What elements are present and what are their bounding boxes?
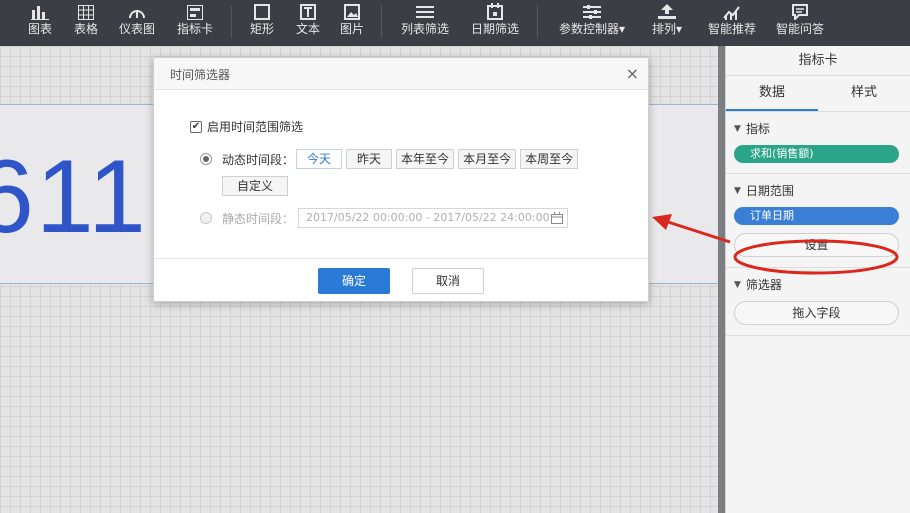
toolbar-label: 表格 (73, 22, 98, 36)
date-filter-icon (487, 3, 503, 20)
toolbar-rectangle-button[interactable]: 矩形 (248, 0, 276, 46)
image-icon (344, 4, 360, 20)
panel-title: 指标卡 (726, 46, 910, 76)
cancel-button[interactable]: 取消 (412, 268, 484, 294)
metric-section-title: 指标 (745, 122, 770, 136)
option-month-to-date[interactable]: 本月至今 (458, 149, 517, 169)
toolbar-text-button[interactable]: 文本 (294, 0, 322, 46)
rectangle-icon (254, 4, 270, 20)
caret-down-icon: ▼ (734, 185, 741, 196)
toolbar-arrange-button[interactable]: 排列▾ (648, 0, 686, 46)
toolbar-smart-recommend-button[interactable]: 智能推荐 (706, 0, 758, 46)
toolbar-label: 矩形 (249, 22, 274, 36)
toolbar-param-controller-button[interactable]: 参数控制器▾ (556, 0, 628, 46)
close-icon[interactable]: × (626, 64, 639, 83)
bar-chart-icon (31, 6, 49, 20)
option-yesterday[interactable]: 昨天 (346, 149, 393, 169)
param-controller-icon (583, 5, 601, 19)
arrange-icon (658, 4, 676, 19)
date-range-section: ▼ 日期范围 订单日期 设置 (726, 174, 910, 268)
list-filter-icon (416, 6, 434, 18)
filter-section: ▼ 筛选器 拖入字段 (726, 268, 910, 336)
toolbar-separator (231, 6, 232, 38)
enable-time-range-checkbox[interactable]: ✔ (190, 120, 202, 133)
dialog-footer: 确定 取消 (154, 258, 648, 303)
static-date-range-value: 2017/05/22 00:00:00 - 2017/05/22 24:00:0… (306, 211, 550, 224)
date-range-section-header[interactable]: ▼ 日期范围 (734, 182, 902, 199)
custom-row: 自定义 (222, 176, 292, 196)
toolbar-label: 仪表图 (118, 22, 155, 36)
static-range-radio[interactable] (200, 212, 212, 224)
toolbar-indicator-card-button[interactable]: 指标卡 (176, 0, 214, 46)
option-week-to-date[interactable]: 本周至今 (520, 149, 579, 169)
time-filter-dialog: 时间筛选器 × ✔ 启用时间范围筛选 动态时间段： 今天 昨天 本年至今 本月至… (153, 57, 649, 302)
panel-tabs: 数据 样式 (726, 76, 910, 112)
toolbar-label: 图表 (27, 22, 52, 36)
card-value: 611 (0, 139, 148, 255)
toolbar-separator (537, 6, 538, 38)
properties-panel: 指标卡 数据 样式 ▼ 指标 求和(销售额) ▼ 日期范围 订单日期 设置 ▼ 筛选器… (725, 46, 910, 513)
toolbar-list-filter-button[interactable]: 列表筛选 (399, 0, 451, 46)
caret-down-icon: ▼ (734, 123, 741, 134)
toolbar-label: 智能推荐 (707, 22, 756, 36)
toolbar-image-button[interactable]: 图片 (338, 0, 366, 46)
date-range-section-title: 日期范围 (745, 184, 794, 198)
smart-recommend-icon (723, 6, 740, 20)
enable-time-range-row[interactable]: ✔ 启用时间范围筛选 (190, 118, 303, 135)
caret-down-icon: ▼ (734, 279, 741, 290)
toolbar-label: 参数控制器▾ (558, 22, 626, 36)
metric-section-header[interactable]: ▼ 指标 (734, 120, 902, 137)
metric-field-pill[interactable]: 求和(销售额) (734, 145, 899, 163)
option-today[interactable]: 今天 (296, 149, 343, 169)
toolbar-label: 排列▾ (651, 22, 683, 36)
date-range-settings-button[interactable]: 设置 (734, 233, 899, 257)
toolbar-label: 文本 (295, 22, 320, 36)
toolbar-label: 日期筛选 (470, 22, 519, 36)
toolbar-table-button[interactable]: 表格 (72, 0, 100, 46)
text-icon (300, 4, 316, 20)
dynamic-range-label: 动态时间段： (222, 152, 295, 167)
tab-style[interactable]: 样式 (818, 76, 910, 111)
static-range-label: 静态时间段： (222, 211, 295, 226)
indicator-card-icon (187, 5, 203, 20)
dialog-title: 时间筛选器 (170, 68, 231, 82)
option-year-to-date[interactable]: 本年至今 (396, 149, 455, 169)
confirm-button[interactable]: 确定 (318, 268, 390, 294)
dialog-header: 时间筛选器 × (154, 58, 648, 90)
toolbar-smart-qa-button[interactable]: 智能问答 (774, 0, 826, 46)
gauge-icon (129, 10, 145, 19)
toolbar-gauge-button[interactable]: 仪表图 (118, 0, 156, 46)
toolbar-date-filter-button[interactable]: 日期筛选 (469, 0, 521, 46)
calendar-icon[interactable] (551, 212, 564, 224)
tab-data[interactable]: 数据 (726, 76, 818, 111)
toolbar-chart-button[interactable]: 图表 (26, 0, 54, 46)
dynamic-range-row: 动态时间段： 今天 昨天 本年至今 本月至今 本周至今 (200, 149, 582, 169)
table-icon (78, 5, 94, 20)
toolbar-label: 列表筛选 (400, 22, 449, 36)
static-date-range-input[interactable]: 2017/05/22 00:00:00 - 2017/05/22 24:00:0… (298, 208, 569, 228)
static-range-row: 静态时间段： 2017/05/22 00:00:00 - 2017/05/22 … (200, 208, 569, 228)
metric-section: ▼ 指标 求和(销售额) (726, 112, 910, 174)
toolbar-label: 图片 (339, 22, 364, 36)
filter-section-title: 筛选器 (745, 278, 782, 292)
toolbar-label: 智能问答 (775, 22, 824, 36)
enable-time-range-label: 启用时间范围筛选 (207, 120, 304, 134)
main-toolbar: 图表 表格 仪表图 指标卡 矩形 文本 图片 列表筛选 日期筛选 参数控制器▾ … (0, 0, 910, 46)
filter-section-header[interactable]: ▼ 筛选器 (734, 276, 902, 293)
smart-qa-icon (792, 4, 808, 20)
panel-divider[interactable] (718, 46, 725, 513)
toolbar-label: 指标卡 (176, 22, 213, 36)
toolbar-separator (381, 6, 382, 38)
drag-field-dropzone[interactable]: 拖入字段 (734, 301, 899, 325)
option-custom[interactable]: 自定义 (222, 176, 289, 196)
date-field-pill[interactable]: 订单日期 (734, 207, 899, 225)
dynamic-range-radio[interactable] (200, 153, 212, 165)
